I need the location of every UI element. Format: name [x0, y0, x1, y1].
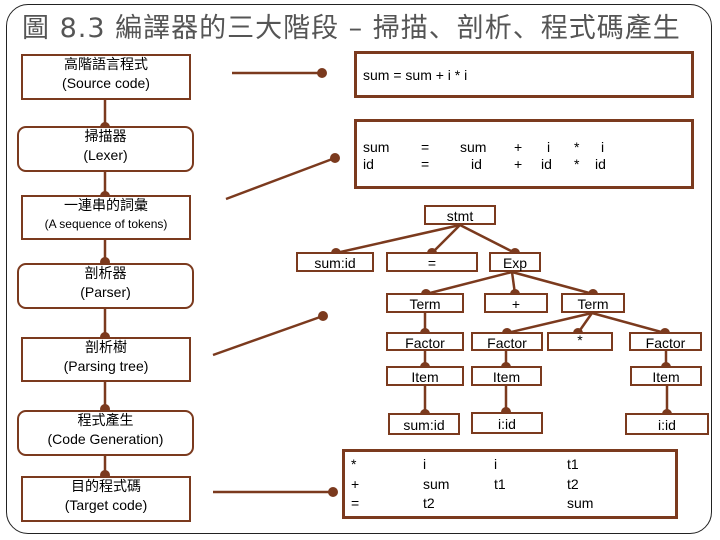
pipeline-label-en: (Code Generation): [47, 431, 164, 447]
token-type: id: [471, 156, 482, 172]
tree-node-item-left: Item: [386, 366, 464, 386]
pipeline-label-zh: 目的程式碼: [71, 479, 141, 495]
tree-node-leaf-i-id-right: i:id: [625, 413, 709, 435]
pipeline-label-en: (A sequence of tokens): [44, 217, 168, 231]
tree-node-factor-left: Factor: [386, 332, 464, 351]
tree-edge: [511, 270, 598, 299]
tree-node-factor-right: Factor: [629, 332, 702, 351]
target-code-op: *: [351, 456, 357, 472]
pipeline-label-en: (Target code): [64, 497, 148, 513]
tree-node-stmt: stmt: [424, 205, 496, 225]
pipeline-label-en: (Source code): [62, 75, 150, 91]
target-code-result: sum: [567, 495, 594, 511]
tree-edge: [510, 271, 520, 299]
tree-node-term-left: Term: [386, 293, 464, 313]
token-type: =: [421, 156, 430, 172]
tree-node-leaf-i-id-mid: i:id: [471, 412, 543, 434]
target-code-arg2: t1: [494, 476, 506, 492]
tree-node-item-right: Item: [630, 366, 702, 386]
token-type: +: [514, 156, 523, 172]
tree-edge: [331, 223, 461, 258]
pipeline-lexer: 掃描器 (Lexer): [17, 126, 194, 172]
tree-node-exp: Exp: [489, 252, 541, 272]
target-code-panel: * i i t1 + sum t1 t2 = t2 sum: [342, 449, 678, 519]
tree-node-assign: =: [386, 252, 478, 272]
tree-node-leaf-sum-id: sum:id: [388, 413, 460, 435]
tree-edge: [421, 270, 513, 299]
target-code-result: t2: [567, 476, 579, 492]
pipeline-label-en: (Lexer): [83, 147, 128, 163]
target-code-op: =: [351, 495, 360, 511]
pipeline-label-zh: 一連串的詞彙: [64, 198, 148, 214]
tree-node-item-mid: Item: [471, 366, 542, 386]
token-type: id: [595, 156, 606, 172]
pipeline-label-zh: 剖析器: [84, 266, 127, 282]
pipeline-label-zh: 程式產生: [77, 413, 134, 429]
token-lexeme: i: [547, 139, 551, 155]
pipeline-parser: 剖析器 (Parser): [17, 263, 194, 309]
source-code-panel: sum = sum + i * i: [354, 51, 694, 98]
token-lexeme: *: [574, 139, 580, 155]
pipeline-tokens: 一連串的詞彙 (A sequence of tokens): [21, 195, 191, 240]
tree-node-plus: +: [484, 293, 548, 313]
pipeline-code-generation: 程式產生 (Code Generation): [17, 410, 194, 456]
pipeline-label-zh: 高階語言程式: [64, 57, 148, 73]
tree-edge: [591, 311, 670, 338]
tree-node-factor-mid: Factor: [471, 332, 543, 351]
target-code-arg1: i: [423, 456, 427, 472]
arrow-to-tokens: [225, 153, 340, 201]
pipeline-label-en: (Parser): [80, 284, 131, 300]
tree-edge: [459, 223, 520, 258]
pipeline-source-code: 高階語言程式 (Source code): [21, 54, 191, 100]
token-type: *: [574, 156, 580, 172]
tree-node-sum-id: sum:id: [296, 252, 374, 272]
arrow-to-tree: [212, 311, 328, 357]
pipeline-target-code: 目的程式碼 (Target code): [21, 476, 191, 522]
token-lexeme: sum: [460, 139, 487, 155]
pipeline-label-zh: 掃描器: [84, 129, 127, 145]
token-lexeme: =: [421, 139, 430, 155]
token-lexeme: i: [601, 139, 605, 155]
target-code-op: +: [351, 476, 360, 492]
tree-node-times: *: [547, 332, 613, 351]
token-type: id: [541, 156, 552, 172]
token-lexeme: sum: [363, 139, 390, 155]
target-code-arg1: t2: [423, 495, 435, 511]
source-code-text: sum = sum + i * i: [363, 67, 468, 83]
token-panel: sum = sum + i * i id = id + id * id: [354, 119, 694, 189]
pipeline-label-zh: 剖析樹: [85, 340, 127, 356]
token-type: id: [363, 156, 374, 172]
target-code-arg2: i: [494, 456, 498, 472]
target-code-result: t1: [567, 456, 579, 472]
tree-node-term-right: Term: [561, 293, 625, 313]
target-code-arg1: sum: [423, 476, 450, 492]
pipeline-label-en: (Parsing tree): [63, 358, 149, 374]
pipeline-parsing-tree: 剖析樹 (Parsing tree): [21, 337, 191, 382]
token-lexeme: +: [514, 139, 523, 155]
